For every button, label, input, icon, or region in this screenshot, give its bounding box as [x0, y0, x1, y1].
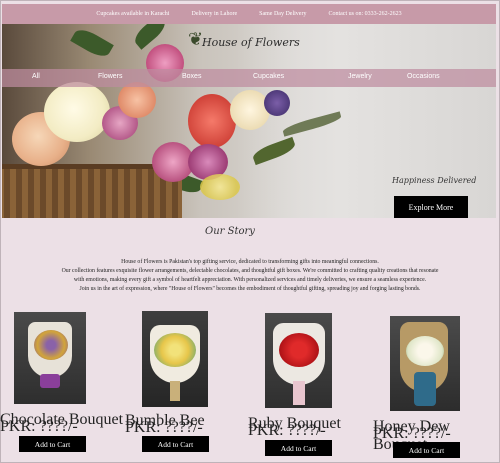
red-flower-cluster [188, 94, 236, 148]
nav-item-occasions[interactable]: Occasions [407, 73, 440, 80]
add-to-cart-button[interactable]: Add to Cart [265, 440, 332, 456]
logo-sprig-icon: ❦ [188, 29, 204, 49]
cream-rose [44, 82, 110, 142]
product-price: PKR: ????/- [0, 418, 78, 435]
story-text: House of Flowers is Pakistan's top gifti… [0, 258, 500, 294]
product-price: PKR: ????/- [248, 422, 326, 439]
topbar-item-contact: Contact us on: 0333-262-2623 [328, 11, 402, 17]
product-price: PKR: ????/- [373, 425, 451, 442]
story-line: with emotions, making every gift a symbo… [73, 277, 427, 283]
nav-item-flowers[interactable]: Flowers [98, 73, 123, 80]
top-info-bar: Cupcakes available in Karachi Delivery i… [2, 4, 496, 24]
nav-item-all[interactable]: All [32, 73, 40, 80]
nav-item-boxes[interactable]: Boxes [182, 73, 201, 80]
cream-rose-right [230, 90, 270, 130]
main-nav: All Flowers Boxes Cupcakes Jewelry Occas… [2, 69, 496, 87]
topbar-item-delivery: Delivery in Lahore [191, 11, 238, 17]
add-to-cart-button[interactable]: Add to Cart [19, 436, 86, 452]
flower-basket [2, 169, 182, 218]
product-price: PKR: ????/- [125, 419, 203, 436]
product-image-ruby-bouquet[interactable] [265, 313, 332, 408]
story-title: Our Story [205, 226, 255, 237]
story-line: House of Flowers is Pakistan's top gifti… [121, 259, 379, 265]
hero-banner: ❦ House of Flowers Happiness Delivered E… [2, 24, 496, 218]
purple-flower [264, 90, 290, 116]
product-image-chocolate-bouquet[interactable] [14, 312, 86, 404]
leaf-decoration [70, 25, 114, 61]
hero-tagline: Happiness Delivered [392, 176, 477, 185]
nav-item-cupcakes[interactable]: Cupcakes [253, 73, 284, 80]
story-line: Join us in the art of expression, where … [79, 286, 421, 292]
site-logo[interactable]: House of Flowers [202, 36, 300, 49]
yellow-daisy-cluster [200, 174, 240, 200]
peach-rose-small [118, 82, 156, 118]
hero-background [236, 24, 496, 218]
product-image-bumble-bee[interactable] [142, 311, 208, 407]
topbar-item-same-day: Same Day Delivery [259, 11, 307, 17]
add-to-cart-button[interactable]: Add to Cart [393, 442, 460, 458]
topbar-item-cupcakes: Cupcakes available in Karachi [96, 11, 170, 17]
nav-item-jewelry[interactable]: Jewelry [348, 73, 372, 80]
explore-more-button[interactable]: Explore More [394, 196, 468, 218]
add-to-cart-button[interactable]: Add to Cart [142, 436, 209, 452]
product-image-honey-dew-bouquet[interactable] [390, 316, 460, 411]
story-line: Our collection features exquisite flower… [61, 268, 439, 274]
